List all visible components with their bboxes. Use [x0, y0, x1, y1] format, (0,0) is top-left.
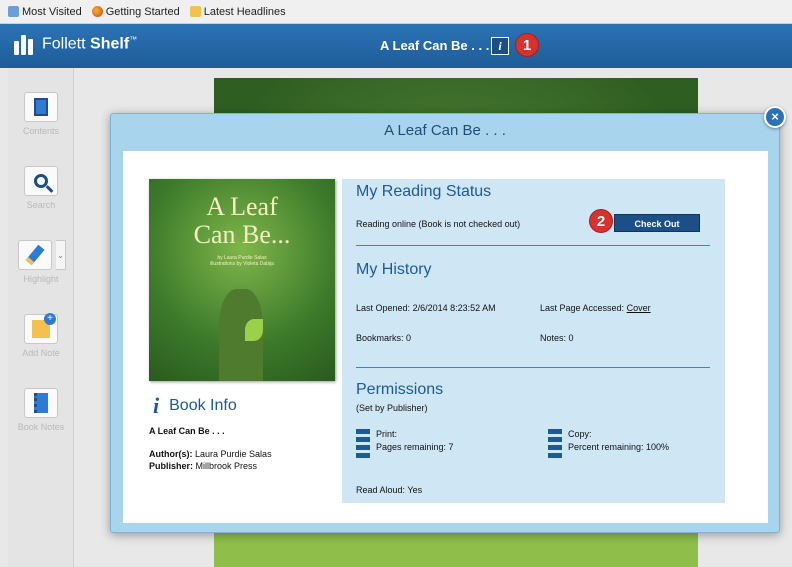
book-info-heading: i Book Info	[153, 393, 237, 419]
tool-highlight[interactable]: ⌄ Highlight	[8, 240, 74, 284]
tool-label: Book Notes	[17, 422, 65, 432]
modal-body: A Leaf Can Be... by Laura Purdie Salas ill…	[123, 151, 768, 523]
add-note-icon	[32, 313, 56, 338]
copy-value: Percent remaining: 100%	[568, 442, 670, 452]
book-info-author: Author(s): Laura Purdie Salas	[149, 449, 272, 459]
permissions-subheading: (Set by Publisher)	[356, 403, 428, 413]
brand-name: Follett Shelf™	[42, 34, 138, 53]
contents-button[interactable]	[24, 92, 58, 122]
last-page-accessed: Last Page Accessed: Cover	[540, 303, 651, 313]
book-info-title: Book Info	[169, 397, 237, 414]
highlight-button[interactable]	[18, 240, 52, 270]
book-page-bottom	[214, 527, 698, 567]
reading-status-text: Reading online (Book is not checked out)	[356, 219, 521, 229]
app-header: Follett Shelf™ A Leaf Can Be . . . i	[0, 24, 792, 68]
book-cover-image: A Leaf Can Be... by Laura Purdie Salas ill…	[149, 179, 335, 381]
permissions-heading: Permissions	[356, 381, 444, 398]
bookmarks-count: Bookmarks: 0	[356, 333, 412, 343]
last-opened: Last Opened: 2/6/2014 8:23:52 AM	[356, 303, 496, 313]
tool-book-notes[interactable]: Book Notes	[8, 388, 74, 432]
search-icon	[34, 174, 48, 188]
copy-label: Copy:	[568, 429, 592, 439]
close-modal-button[interactable]: ×	[764, 106, 786, 128]
tool-label: Highlight	[23, 274, 59, 284]
copy-meter-icon	[548, 429, 562, 459]
book-details-modal: A Leaf Can Be . . . A Leaf Can Be... by L…	[110, 113, 780, 533]
visited-icon	[8, 6, 19, 17]
add-note-button[interactable]	[24, 313, 58, 344]
book-info-button[interactable]: i	[491, 37, 509, 55]
tool-label: Contents	[22, 126, 60, 136]
print-label: Print:	[376, 429, 398, 439]
tool-label: Search	[26, 200, 56, 210]
last-page-link[interactable]: Cover	[627, 303, 651, 313]
tool-contents[interactable]: Contents	[8, 92, 74, 136]
brand-logo: Follett Shelf™	[14, 33, 137, 55]
bookmark-label: Latest Headlines	[203, 5, 286, 18]
bookmark-most-visited[interactable]: Most Visited	[8, 6, 82, 18]
search-button[interactable]	[24, 166, 58, 196]
callout-marker-1: 1	[515, 33, 539, 57]
section-divider	[356, 367, 710, 368]
book-info-publisher: Publisher: Millbrook Press	[149, 461, 258, 471]
cover-title: A Leaf Can Be...	[193, 192, 291, 249]
bookmarks-toolbar: Most Visited Getting Started Latest Head…	[0, 0, 792, 24]
bookmark-getting-started[interactable]: Getting Started	[91, 5, 180, 18]
tool-sidebar: Contents Search ⌄ Highlight Add Note Boo…	[8, 68, 74, 567]
bookmark-label: Most Visited	[22, 5, 82, 18]
bookmark-label: Getting Started	[105, 5, 180, 18]
cover-leaf	[245, 319, 263, 341]
feed-icon	[189, 6, 201, 17]
notes-count: Notes: 0	[540, 333, 574, 343]
notebook-icon	[34, 393, 48, 413]
firefox-icon	[91, 6, 103, 17]
print-meter-icon	[356, 429, 370, 459]
history-heading: My History	[356, 261, 432, 278]
print-value: Pages remaining: 7	[376, 442, 454, 452]
cover-credits: by Laura Purdie Salas illustrations by Vi…	[210, 255, 274, 267]
highlight-options-dropdown[interactable]: ⌄	[56, 240, 66, 270]
contents-icon	[34, 98, 48, 116]
section-divider	[356, 245, 710, 246]
read-aloud: Read Aloud: Yes	[356, 485, 423, 495]
callout-marker-2: 2	[589, 209, 613, 233]
check-out-button[interactable]: Check Out	[614, 214, 700, 232]
bookmark-latest-headlines[interactable]: Latest Headlines	[189, 5, 286, 18]
tool-search[interactable]: Search	[8, 166, 74, 210]
modal-title: A Leaf Can Be . . .	[384, 122, 506, 139]
tool-label: Add Note	[22, 348, 60, 358]
info-icon: i	[153, 393, 160, 418]
book-info-book-title: A Leaf Can Be . . .	[149, 426, 225, 436]
book-notes-button[interactable]	[24, 388, 58, 418]
highlighter-icon	[25, 244, 45, 266]
reading-status-heading: My Reading Status	[356, 183, 492, 200]
tool-add-note[interactable]: Add Note	[8, 313, 74, 358]
status-panel: My Reading Status Reading online (Book i…	[342, 179, 725, 503]
header-book-title: A Leaf Can Be . . .	[380, 38, 490, 53]
books-icon	[14, 33, 36, 55]
